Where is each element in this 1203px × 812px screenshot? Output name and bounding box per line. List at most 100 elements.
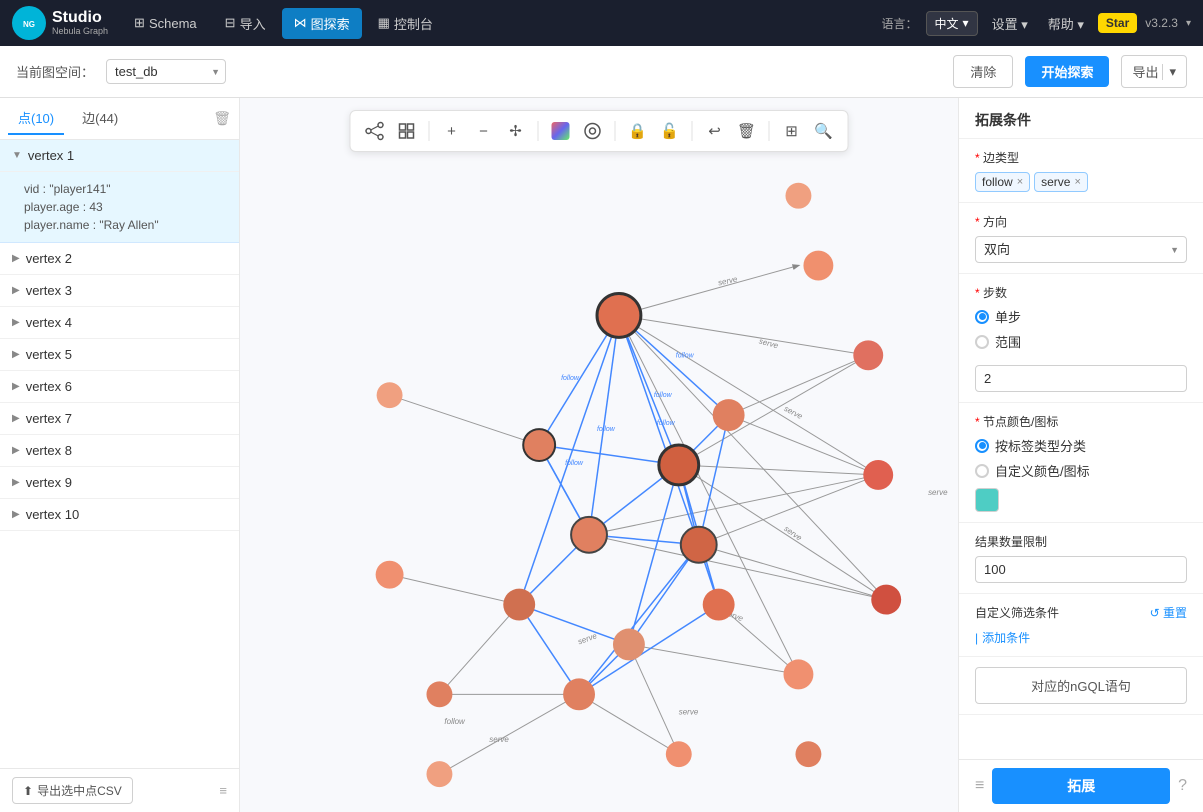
step-single-radio[interactable]: [975, 310, 989, 324]
fit-screen-btn[interactable]: ✢: [502, 117, 530, 145]
settings-chevron-icon: ▾: [1021, 17, 1028, 32]
nav-schema[interactable]: ⊞ Schema: [122, 9, 209, 37]
svg-text:follow: follow: [597, 426, 616, 433]
color-custom-option[interactable]: 自定义颜色/图标: [975, 461, 1187, 480]
left-panel: 点(10) 边(44) 🗑 ▼ vertex 1 vid : "player14…: [0, 98, 240, 812]
expand-arrow-icon-4: ▶: [12, 317, 20, 328]
layout-tool-btn[interactable]: [361, 117, 389, 145]
explore-icon: ⋈: [294, 15, 307, 31]
language-label-text: 语言：: [882, 15, 918, 32]
remove-serve-tag[interactable]: ×: [1074, 176, 1080, 188]
result-limit-section: 结果数量限制: [959, 523, 1203, 594]
zoom-out-btn[interactable]: −: [470, 117, 498, 145]
svg-text:serve: serve: [782, 524, 804, 543]
table-view-btn[interactable]: ⊞: [778, 117, 806, 145]
lock-btn[interactable]: 🔒: [624, 117, 652, 145]
vertex-item-2[interactable]: ▶ vertex 2: [0, 243, 239, 275]
lang-chevron-icon: ▾: [963, 16, 969, 30]
svg-text:follow: follow: [565, 460, 584, 467]
vertex-item-3[interactable]: ▶ vertex 3: [0, 275, 239, 307]
export-csv-button[interactable]: ⬆ 导出选中点CSV: [12, 777, 133, 804]
help-circle-icon[interactable]: ?: [1178, 777, 1187, 795]
vertex-item-4[interactable]: ▶ vertex 4: [0, 307, 239, 339]
add-condition-button[interactable]: | 添加条件: [975, 629, 1187, 646]
unlock-btn[interactable]: 🔓: [656, 117, 684, 145]
vertex-item-9[interactable]: ▶ vertex 9: [0, 467, 239, 499]
direction-selector[interactable]: 双向 出边 入边: [975, 236, 1187, 263]
filter-btn[interactable]: [579, 117, 607, 145]
help-button[interactable]: 帮助 ▾: [1042, 10, 1090, 37]
nql-button[interactable]: 对应的nGQL语句: [975, 667, 1187, 704]
step-range-radio[interactable]: [975, 335, 989, 349]
top-nav: NG Studio Nebula Graph ⊞ Schema ⊟ 导入 ⋈ 图…: [0, 0, 1203, 46]
color-picker-btn[interactable]: [547, 117, 575, 145]
vertex-item-7[interactable]: ▶ vertex 7: [0, 403, 239, 435]
export-button[interactable]: 导出 ▾: [1121, 55, 1187, 88]
step-range-option[interactable]: 范围: [975, 332, 1187, 351]
schema-icon: ⊞: [134, 15, 145, 31]
panel-delete-icon[interactable]: 🗑: [213, 110, 231, 127]
color-custom-radio[interactable]: [975, 464, 989, 478]
svg-text:serve: serve: [928, 488, 948, 497]
add-icon: |: [975, 631, 978, 645]
tab-edges[interactable]: 边(44): [72, 102, 128, 135]
export-icon: ⬆: [23, 784, 33, 798]
vertex-item-1[interactable]: ▼ vertex 1: [0, 140, 239, 172]
custom-filter-section: 自定义筛选条件 ↺ 重置 | 添加条件: [959, 594, 1203, 657]
panel-settings-icon[interactable]: ≡: [975, 777, 984, 795]
refresh-icon: ↺: [1150, 606, 1160, 620]
help-chevron-icon: ▾: [1077, 17, 1084, 32]
nav-explore[interactable]: ⋈ 图探索: [282, 8, 362, 39]
result-limit-input[interactable]: [975, 556, 1187, 583]
clear-button[interactable]: 清除: [953, 55, 1013, 88]
svg-text:follow: follow: [657, 420, 676, 427]
space-selector-wrap: test_db: [106, 59, 226, 84]
expand-arrow-icon-2: ▶: [12, 253, 20, 264]
reset-filter-button[interactable]: ↺ 重置: [1150, 604, 1187, 621]
node-color-section: 节点颜色/图标 按标签类型分类 自定义颜色/图标: [959, 403, 1203, 523]
select-tool-btn[interactable]: [393, 117, 421, 145]
svg-text:serve: serve: [577, 631, 599, 646]
toolbar: 当前图空间： test_db 清除 开始探索 导出 ▾: [0, 46, 1203, 98]
delete-btn[interactable]: 🗑: [733, 117, 761, 145]
direction-label: 方向: [975, 213, 1187, 230]
vertex-item-8[interactable]: ▶ vertex 8: [0, 435, 239, 467]
right-panel: 拓展条件 边类型 follow × serve × 方向: [958, 98, 1203, 812]
graph-visualization[interactable]: serve serve serve serve serve serve serv…: [240, 98, 958, 812]
expand-button[interactable]: 拓展: [992, 768, 1170, 804]
node-color-radio-group: 按标签类型分类 自定义颜色/图标: [975, 436, 1187, 480]
right-footer: ≡ 拓展 ?: [959, 759, 1203, 812]
import-icon: ⊟: [225, 15, 236, 31]
edge-type-section: 边类型 follow × serve ×: [959, 139, 1203, 203]
zoom-in-btn[interactable]: +: [438, 117, 466, 145]
steps-value-input[interactable]: [975, 365, 1187, 392]
nav-console[interactable]: ▦ 控制台: [366, 8, 445, 39]
search-graph-btn[interactable]: 🔍: [810, 117, 838, 145]
vertex-item-6[interactable]: ▶ vertex 6: [0, 371, 239, 403]
space-selector[interactable]: test_db: [106, 59, 226, 84]
tab-vertices[interactable]: 点(10): [8, 102, 64, 135]
vertex-item-5[interactable]: ▶ vertex 5: [0, 339, 239, 371]
node-color-swatch[interactable]: [975, 488, 999, 512]
space-label: 当前图空间：: [16, 62, 94, 81]
version-chevron-icon: ▾: [1186, 18, 1191, 29]
color-by-label-radio[interactable]: [975, 439, 989, 453]
nav-import[interactable]: ⊟ 导入: [213, 8, 278, 39]
logo-area: NG Studio Nebula Graph: [12, 6, 108, 40]
remove-follow-tag[interactable]: ×: [1017, 176, 1023, 188]
language-selector[interactable]: 中文 ▾: [926, 11, 978, 36]
color-by-label-option[interactable]: 按标签类型分类: [975, 436, 1187, 455]
start-explore-button[interactable]: 开始探索: [1025, 56, 1109, 87]
expand-arrow-icon-6: ▶: [12, 381, 20, 392]
svg-text:NG: NG: [23, 20, 35, 29]
vertex-item-10[interactable]: ▶ vertex 10: [0, 499, 239, 531]
edge-tag-follow: follow ×: [975, 172, 1030, 192]
color-swatch-icon: [552, 122, 570, 140]
step-single-option[interactable]: 单步: [975, 307, 1187, 326]
export-arrow-icon: ▾: [1162, 64, 1176, 80]
direction-section: 方向 双向 出边 入边: [959, 203, 1203, 274]
settings-button[interactable]: 设置 ▾: [986, 10, 1034, 37]
settings-panel-icon[interactable]: ≡: [219, 783, 227, 798]
undo-btn[interactable]: ↩: [701, 117, 729, 145]
star-button[interactable]: Star: [1098, 13, 1137, 33]
